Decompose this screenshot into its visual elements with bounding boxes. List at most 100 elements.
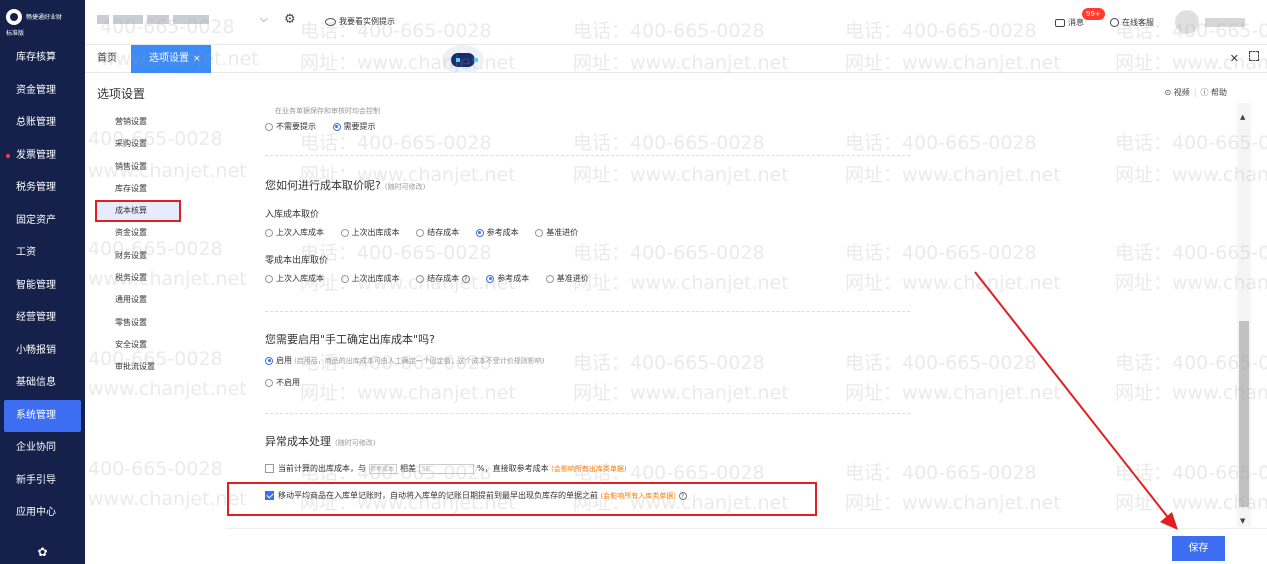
- zero-option-reference[interactable]: 参考成本: [486, 273, 529, 284]
- message-icon: [1055, 18, 1065, 27]
- subnav-security[interactable]: 安全设置: [95, 334, 225, 356]
- subnav-cost-accounting[interactable]: 成本核算: [95, 200, 181, 223]
- gear-icon[interactable]: ⚙: [284, 12, 296, 27]
- subnav-tax[interactable]: 税务设置: [95, 267, 225, 289]
- tip-label: 我要看实例提示: [339, 17, 395, 26]
- settings-subnav: 营销设置 采购设置 销售设置 库存设置 成本核算 资金设置 财务设置 税务设置 …: [95, 111, 225, 379]
- online-service-button[interactable]: 在线客服: [1110, 17, 1154, 28]
- divider: [265, 311, 910, 312]
- nav-item-collaboration[interactable]: 企业协同: [0, 432, 85, 465]
- settings-gear-icon[interactable]: ✿: [0, 540, 85, 564]
- nav-item-system[interactable]: 系统管理: [4, 399, 81, 432]
- nav-item-general-ledger[interactable]: 总账管理: [0, 107, 85, 140]
- warn-text: (会影响所有出库类单据): [551, 465, 627, 473]
- inbound-cost-options: 上次入库成本 上次出库成本 结存成本 参考成本 基准进价: [265, 227, 592, 238]
- tab-label: 选项设置: [149, 53, 189, 64]
- scroll-up-icon[interactable]: ▲: [1240, 113, 1245, 121]
- scroll-thumb[interactable]: [1239, 321, 1249, 507]
- checkbox-abnormal-deviation[interactable]: [265, 464, 274, 473]
- chevron-down-icon[interactable]: ⌵: [260, 14, 268, 25]
- messages-button[interactable]: 消息: [1055, 17, 1084, 28]
- messages-badge: 99+: [1082, 8, 1105, 20]
- company-name-redacted: [113, 15, 143, 24]
- zero-option-base-price[interactable]: 基准进价: [545, 273, 589, 284]
- option-need-prompt[interactable]: 需要提示: [332, 121, 376, 132]
- nav-item-expense[interactable]: 小畅报销: [0, 335, 85, 368]
- deviation-percent-input[interactable]: 50: [419, 463, 474, 474]
- nav-item-invoice[interactable]: 发票管理: [0, 140, 85, 173]
- subnav-funds[interactable]: 资金设置: [95, 222, 225, 244]
- row-text: %，直接取参考成本: [477, 464, 549, 473]
- eye-icon: [325, 17, 336, 26]
- tab-close-icon[interactable]: ×: [193, 54, 201, 64]
- video-link[interactable]: ⊙ 视频: [1165, 88, 1190, 97]
- zero-option-last-out[interactable]: 上次出库成本: [340, 273, 400, 284]
- radio-checked-icon: [332, 122, 341, 131]
- inbound-option-last-in[interactable]: 上次入库成本: [265, 227, 324, 238]
- brand-edition: 标准版: [6, 30, 25, 37]
- help-icon[interactable]: ?: [461, 274, 470, 283]
- manual-option-disable[interactable]: 不启用: [265, 377, 300, 388]
- option-label: 上次出库成本: [351, 274, 400, 283]
- messages-label: 消息: [1068, 18, 1084, 27]
- assistant-robot-icon[interactable]: [442, 45, 484, 75]
- subnav-purchase[interactable]: 采购设置: [95, 133, 225, 155]
- company-name-redacted: [173, 15, 209, 24]
- option-label: 结存成本: [427, 228, 460, 237]
- subnav-general[interactable]: 通用设置: [95, 289, 225, 311]
- nav-item-business[interactable]: 经营管理: [0, 302, 85, 335]
- option-no-prompt[interactable]: 不需要提示: [265, 121, 316, 132]
- tab-home[interactable]: 首页: [97, 45, 117, 73]
- nav-item-inventory-accounting[interactable]: 库存核算: [0, 42, 85, 75]
- close-all-icon[interactable]: ✕: [1230, 52, 1239, 65]
- company-selector[interactable]: [97, 15, 262, 31]
- inbound-option-last-out[interactable]: 上次出库成本: [340, 227, 400, 238]
- footer-bar: 保存: [225, 528, 1267, 564]
- subnav-sales[interactable]: 销售设置: [95, 156, 225, 178]
- fullscreen-icon[interactable]: [1249, 51, 1259, 61]
- subnav-finance[interactable]: 财务设置: [95, 245, 225, 267]
- radio-checked-icon: [265, 356, 273, 365]
- nav-item-funds[interactable]: 资金管理: [0, 75, 85, 108]
- help-link[interactable]: ⓘ 帮助: [1200, 88, 1227, 97]
- subnav-approval[interactable]: 审批流设置: [95, 356, 225, 378]
- app-root: 畅捷通好业财 标准版 库存核算 资金管理 总账管理 发票管理 税务管理 固定资产…: [0, 0, 1267, 564]
- option-label: 启用: [276, 356, 292, 365]
- tab-options-settings[interactable]: 选项设置 ×: [131, 45, 211, 73]
- save-button[interactable]: 保存: [1172, 536, 1225, 561]
- manual-cost-on-row: 启用 (启用后，商品的出库成本可由人工确定一个固定值，这个成本不受计价规则影响): [265, 355, 544, 366]
- nav-item-smart[interactable]: 智能管理: [0, 270, 85, 303]
- scroll-down-icon[interactable]: ▼: [1240, 517, 1245, 525]
- vertical-scrollbar[interactable]: ▲ ▼: [1237, 103, 1251, 527]
- row-text: 相差: [400, 464, 416, 473]
- nav-item-tax[interactable]: 税务管理: [0, 172, 85, 205]
- nav-item-fixed-assets[interactable]: 固定资产: [0, 205, 85, 238]
- abnormal-row-1: 当前计算的出库成本，与 参考成本 相差 50 %，直接取参考成本 (会影响所有出库类单据…: [265, 463, 627, 474]
- nav-item-guide[interactable]: 新手引导: [0, 465, 85, 498]
- inbound-option-reference[interactable]: 参考成本: [475, 227, 519, 238]
- prompt-options: 不需要提示 需要提示: [265, 121, 390, 132]
- radio-checked-icon: [475, 228, 484, 237]
- radio-icon: [535, 228, 544, 237]
- nav-item-basic-info[interactable]: 基础信息: [0, 367, 85, 400]
- subnav-marketing[interactable]: 营销设置: [95, 111, 225, 133]
- example-tip-toggle[interactable]: 我要看实例提示: [325, 16, 395, 27]
- subnav-retail[interactable]: 零售设置: [95, 312, 225, 334]
- radio-icon: [416, 228, 425, 237]
- user-name-redacted: [1205, 18, 1245, 27]
- inbound-option-balance[interactable]: 结存成本: [416, 227, 459, 238]
- option-label: 上次入库成本: [276, 274, 324, 283]
- zero-option-balance[interactable]: 结存成本 ?: [416, 273, 470, 284]
- manual-option-enable[interactable]: 启用: [265, 355, 292, 366]
- nav-item-app-center[interactable]: 应用中心: [0, 497, 85, 530]
- section-title: 异常成本处理: [265, 435, 331, 448]
- company-name-redacted: [97, 15, 109, 24]
- nav-item-payroll[interactable]: 工资: [0, 237, 85, 270]
- inbound-option-base-price[interactable]: 基准进价: [535, 227, 578, 238]
- zero-option-last-in[interactable]: 上次入库成本: [265, 273, 324, 284]
- user-menu[interactable]: [1175, 10, 1265, 34]
- subnav-inventory[interactable]: 库存设置: [95, 178, 225, 200]
- option-desc: (启用后，商品的出库成本可由人工确定一个固定值，这个成本不受计价规则影响): [294, 357, 545, 365]
- setting-desc: 在业务单据保存和审核时均会控制: [275, 107, 380, 115]
- cost-basis-select[interactable]: 参考成本: [369, 463, 397, 474]
